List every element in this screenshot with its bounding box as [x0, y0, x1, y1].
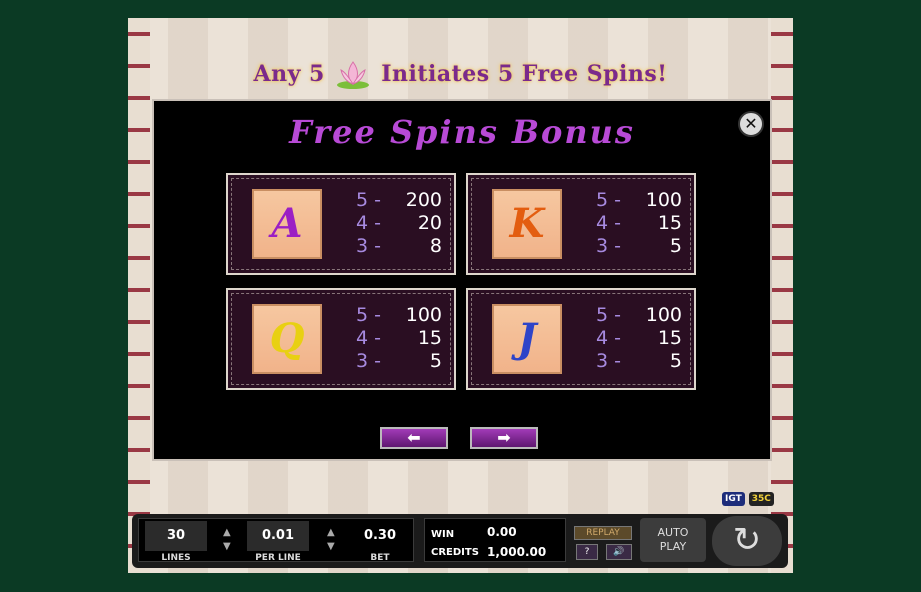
lines-down-icon[interactable]: ▼	[223, 541, 231, 553]
payout-count: 4 -	[596, 212, 621, 234]
payout-value: 5	[669, 235, 682, 257]
win-credits-display: WIN 0.00 CREDITS 1,000.00	[424, 518, 566, 562]
credits-label: CREDITS	[431, 547, 479, 558]
payout-count: 5 -	[596, 189, 621, 211]
paytable-card-a: A 5 - 200 4 - 20 3 - 8	[226, 173, 456, 275]
payout-count: 4 -	[356, 212, 381, 234]
payout-value: 100	[645, 189, 682, 211]
payout-value: 15	[417, 327, 442, 349]
free-spins-banner: Any 5 Initiates 5 Free Spins!	[128, 60, 793, 90]
autoplay-label-line1: AUTO	[657, 526, 689, 539]
payout-count: 5 -	[596, 304, 621, 326]
lotus-icon	[337, 61, 370, 89]
payout-count: 3 -	[356, 235, 381, 257]
igt-logo: IGT	[722, 492, 745, 506]
payout-value: 100	[645, 304, 682, 326]
symbol-q-tile: Q	[252, 304, 322, 374]
close-icon[interactable]: ✕	[738, 111, 764, 137]
per-line-down-icon[interactable]: ▼	[327, 541, 335, 553]
per-line-up-icon[interactable]: ▲	[327, 527, 335, 539]
payout-value: 20	[417, 212, 442, 234]
payout-count: 5 -	[356, 304, 381, 326]
spin-button[interactable]: ↻	[712, 516, 782, 566]
credits-value: 1,000.00	[487, 545, 547, 559]
bet-value: 0.30	[363, 528, 397, 543]
panel-title: Free Spins Bonus	[289, 113, 635, 151]
spin-icon: ↻	[732, 520, 762, 560]
autoplay-button[interactable]: AUTO PLAY	[640, 518, 706, 562]
payout-value: 15	[657, 212, 682, 234]
payout-value: 15	[657, 327, 682, 349]
studio-logo: 35C	[748, 492, 774, 506]
lines-value: 30	[145, 521, 207, 551]
banner-right-text: Initiates 5 Free Spins!	[381, 61, 668, 87]
next-page-button[interactable]: ➡	[470, 427, 538, 449]
lines-label: LINES	[161, 553, 191, 563]
payout-count: 4 -	[356, 327, 381, 349]
payout-count: 3 -	[596, 350, 621, 372]
control-bar: 30 LINES ▲ ▼ 0.01 PER LINE ▲ ▼ 0.30 BET …	[132, 514, 788, 568]
payout-value: 8	[429, 235, 442, 257]
payout-value: 200	[405, 189, 442, 211]
provider-logos: IGT 35C	[722, 492, 778, 506]
payout-list: 5 - 100 4 - 15 3 - 5	[596, 304, 682, 373]
help-button[interactable]: ?	[576, 544, 598, 560]
payout-count: 3 -	[356, 350, 381, 372]
prev-page-button[interactable]: ⬅	[380, 427, 448, 449]
payout-list: 5 - 100 4 - 15 3 - 5	[356, 304, 442, 373]
replay-button[interactable]: REPLAY	[574, 526, 632, 540]
payout-list: 5 - 200 4 - 20 3 - 8	[356, 189, 442, 258]
bet-label: BET	[370, 553, 390, 563]
payout-value: 5	[669, 350, 682, 372]
banner-left-text: Any 5	[253, 61, 325, 87]
per-line-label: PER LINE	[255, 553, 301, 563]
win-label: WIN	[431, 529, 455, 540]
right-ornament-border	[771, 18, 793, 573]
autoplay-label-line2: PLAY	[659, 540, 687, 553]
lines-up-icon[interactable]: ▲	[223, 527, 231, 539]
sound-icon[interactable]: 🔊	[606, 544, 632, 560]
bet-controls: 30 LINES ▲ ▼ 0.01 PER LINE ▲ ▼ 0.30 BET	[138, 518, 414, 563]
payout-count: 5 -	[356, 189, 381, 211]
symbol-a-tile: A	[252, 189, 322, 259]
symbol-j-tile: J	[492, 304, 562, 374]
per-line-value: 0.01	[247, 521, 309, 551]
left-ornament-border	[128, 18, 150, 573]
payout-count: 4 -	[596, 327, 621, 349]
payout-value: 5	[429, 350, 442, 372]
paytable-card-j: J 5 - 100 4 - 15 3 - 5	[466, 288, 696, 390]
payout-count: 3 -	[596, 235, 621, 257]
paytable-card-q: Q 5 - 100 4 - 15 3 - 5	[226, 288, 456, 390]
symbol-k-tile: K	[492, 189, 562, 259]
paytable-panel: Free Spins Bonus ✕ A 5 - 200 4 - 20 3 - 8 K…	[152, 99, 772, 461]
payout-value: 100	[405, 304, 442, 326]
win-value: 0.00	[487, 525, 517, 539]
payout-list: 5 - 100 4 - 15 3 - 5	[596, 189, 682, 258]
paytable-card-k: K 5 - 100 4 - 15 3 - 5	[466, 173, 696, 275]
